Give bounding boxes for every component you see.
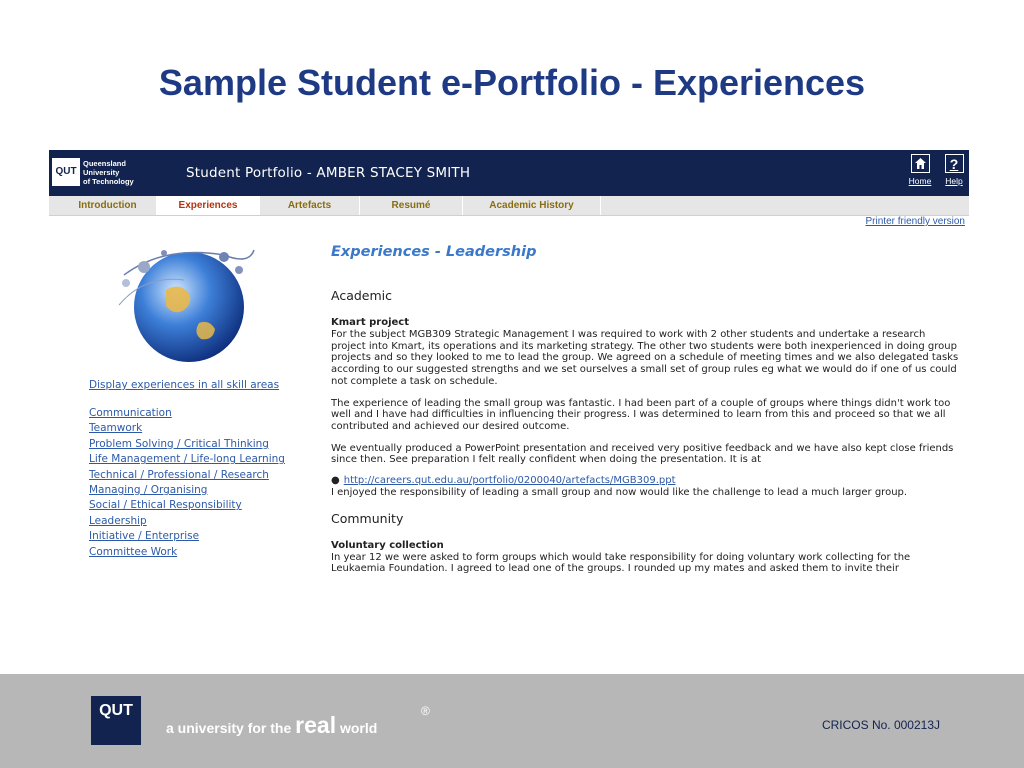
footer-tagline: a university for the real world bbox=[166, 712, 377, 739]
kmart-paragraph: I enjoyed the responsibility of leading … bbox=[331, 487, 908, 499]
tab-academic-history[interactable]: Academic History bbox=[463, 196, 601, 215]
tagline-text: a university for the bbox=[166, 720, 292, 736]
portfolio-header: QUT Queensland University of Technology … bbox=[49, 150, 969, 196]
community-heading: Community bbox=[331, 510, 404, 526]
skill-area-nav: Display experiences in all skill areas C… bbox=[89, 379, 285, 560]
university-name-line: of Technology bbox=[83, 177, 134, 186]
skill-link-managing[interactable]: Managing / Organising bbox=[89, 483, 285, 498]
qut-logo: QUT bbox=[52, 158, 80, 186]
display-all-skill-areas-link[interactable]: Display experiences in all skill areas bbox=[89, 379, 285, 391]
artefact-link[interactable]: http://careers.qut.edu.au/portfolio/0200… bbox=[344, 475, 676, 486]
globe-image bbox=[104, 235, 264, 370]
home-icon bbox=[910, 154, 930, 173]
kmart-project-title: Kmart project bbox=[331, 317, 409, 328]
tab-resume[interactable]: Resumé bbox=[360, 196, 463, 215]
tab-bar: Introduction Experiences Artefacts Resum… bbox=[49, 196, 969, 216]
printer-friendly-link[interactable]: Printer friendly version bbox=[866, 216, 965, 227]
artefact-link-item: ● http://careers.qut.edu.au/portfolio/020… bbox=[331, 475, 961, 487]
bullet-icon: ● bbox=[331, 475, 340, 487]
academic-heading: Academic bbox=[331, 288, 393, 303]
tagline-world: world bbox=[339, 720, 378, 736]
portfolio-screenshot: QUT Queensland University of Technology … bbox=[49, 150, 969, 590]
slide-title: Sample Student e-Portfolio - Experiences bbox=[158, 62, 866, 103]
voluntary-paragraph: In year 12 we were asked to form groups … bbox=[331, 551, 911, 575]
tab-experiences[interactable]: Experiences bbox=[157, 196, 260, 215]
university-name-line: University bbox=[83, 168, 120, 177]
registered-mark: ® bbox=[421, 704, 430, 718]
slide-footer: QUT a university for the real world ® CR… bbox=[0, 674, 1024, 768]
tab-artefacts[interactable]: Artefacts bbox=[260, 196, 360, 215]
home-button[interactable]: Home bbox=[907, 154, 933, 186]
university-name-line: Queensland bbox=[83, 159, 126, 168]
kmart-paragraph: We eventually produced a PowerPoint pres… bbox=[331, 442, 954, 466]
skill-link-technical[interactable]: Technical / Professional / Research bbox=[89, 468, 285, 483]
skill-link-leadership[interactable]: Leadership bbox=[89, 514, 285, 529]
tab-introduction[interactable]: Introduction bbox=[59, 196, 157, 215]
qut-footer-logo: QUT bbox=[91, 696, 141, 745]
content-heading: Experiences - Leadership bbox=[331, 244, 537, 260]
help-icon: ? bbox=[944, 154, 964, 173]
help-label: Help bbox=[945, 176, 963, 186]
skill-link-problem-solving[interactable]: Problem Solving / Critical Thinking bbox=[89, 437, 285, 452]
skill-link-committee-work[interactable]: Committee Work bbox=[89, 545, 285, 560]
skill-link-life-management[interactable]: Life Management / Life-long Learning bbox=[89, 452, 285, 467]
kmart-paragraph: For the subject MGB309 Strategic Managem… bbox=[331, 329, 959, 387]
help-button[interactable]: ? Help bbox=[941, 154, 967, 186]
skill-link-initiative[interactable]: Initiative / Enterprise bbox=[89, 529, 285, 544]
skill-link-communication[interactable]: Communication bbox=[89, 406, 285, 421]
tagline-real: real bbox=[295, 712, 337, 738]
home-label: Home bbox=[908, 176, 932, 186]
portfolio-title: Student Portfolio - AMBER STACEY SMITH bbox=[186, 165, 471, 181]
voluntary-collection-title: Voluntary collection bbox=[331, 539, 444, 551]
skill-link-teamwork[interactable]: Teamwork bbox=[89, 421, 285, 436]
university-name: Queensland University of Technology bbox=[83, 159, 153, 186]
cricos-number: CRICOS No. 000213J bbox=[821, 718, 940, 732]
experience-content: Experiences - Leadership Academic Kmart … bbox=[331, 244, 961, 575]
kmart-paragraph: The experience of leading the small grou… bbox=[331, 397, 951, 432]
skill-link-social-ethical[interactable]: Social / Ethical Responsibility bbox=[89, 498, 285, 513]
